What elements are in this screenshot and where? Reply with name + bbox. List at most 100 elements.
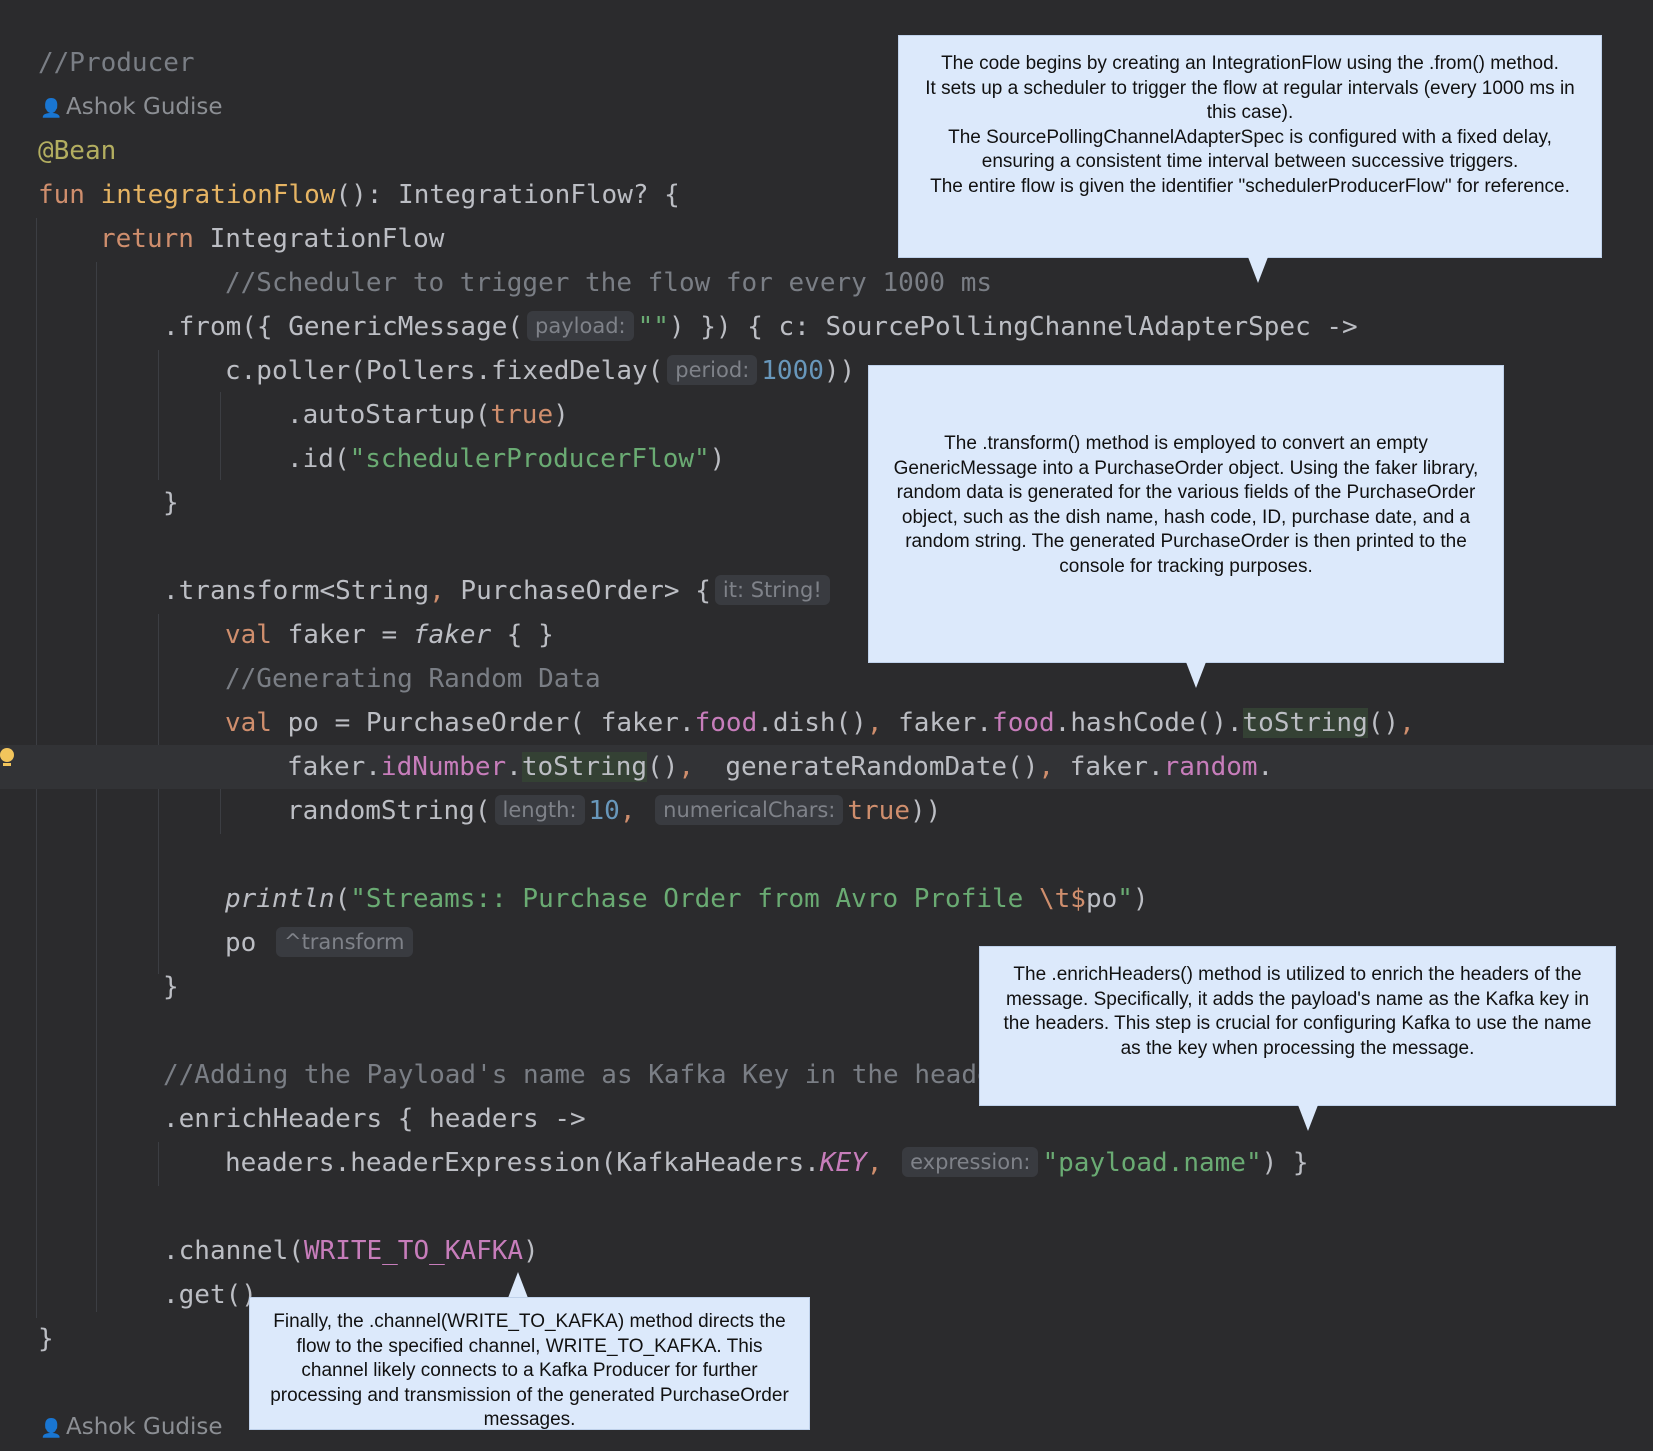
- person-icon: 👤: [40, 1418, 63, 1439]
- property: random: [1163, 752, 1258, 782]
- code-line: headers.headerExpression(KafkaHeaders.KE…: [0, 1141, 1653, 1185]
- punct: ,: [1038, 752, 1055, 782]
- author-name: Ashok Gudise: [66, 1414, 223, 1440]
- param-hint: length:: [494, 795, 585, 825]
- code-text: c.poller(Pollers.fixedDelay(: [225, 356, 664, 386]
- callout-text: Finally, the .channel(WRITE_TO_KAFKA) me…: [270, 1311, 789, 1430]
- identifier: IntegrationFlow: [209, 224, 445, 254]
- punct: ,: [866, 1148, 883, 1178]
- comment: //Producer: [38, 48, 195, 78]
- code-text: }: [163, 488, 179, 518]
- keyword: true: [490, 400, 554, 430]
- code-line: val po = PurchaseOrder( faker.food.dish(…: [0, 701, 1653, 745]
- punct: ,: [866, 708, 883, 738]
- callout-text: The .enrichHeaders() method is utilized …: [1003, 964, 1592, 1059]
- callout-pointer: [1298, 1105, 1318, 1131]
- code-text: ): [709, 444, 726, 474]
- comment: //Scheduler to trigger the flow for ever…: [225, 268, 993, 298]
- function-call: println: [225, 884, 335, 914]
- callout-text: The code begins by creating an Integrati…: [941, 53, 1559, 74]
- code-line: .from({ GenericMessage(payload: "") }) { …: [0, 305, 1653, 349]
- constant: WRITE_TO_KAFKA: [303, 1236, 524, 1266]
- code-text: .dish(): [757, 708, 867, 738]
- code-line: .channel(WRITE_TO_KAFKA): [0, 1229, 1653, 1273]
- keyword: true: [847, 796, 910, 826]
- code-text: .transform<String: [163, 576, 430, 606]
- code-text: (): [1367, 708, 1400, 738]
- code-text: .from({ GenericMessage(: [163, 312, 524, 342]
- code-text: faker.: [882, 708, 993, 738]
- keyword: fun: [38, 180, 85, 210]
- signature: (): IntegrationFlow? {: [335, 180, 680, 210]
- property: food: [694, 708, 758, 738]
- code-line: //Scheduler to trigger the flow for ever…: [0, 261, 1653, 305]
- return-hint: ^transform: [275, 927, 413, 957]
- property: idNumber: [380, 752, 507, 782]
- code-text: faker =: [271, 620, 413, 650]
- code-text: }: [38, 1324, 54, 1354]
- code-text: (: [334, 884, 351, 914]
- string-literal: "schedulerProducerFlow": [349, 444, 710, 474]
- code-text: .get(): [163, 1280, 257, 1310]
- code-text: headers.headerExpression(KafkaHeaders.: [225, 1148, 820, 1178]
- current-line[interactable]: faker. idNumber.toString(), generateRando…: [0, 745, 1653, 789]
- code-text: randomString(: [287, 796, 491, 826]
- param-hint: expression:: [902, 1147, 1039, 1177]
- punct: ,: [678, 752, 695, 782]
- code-text: )): [909, 796, 942, 826]
- code-text: faker.: [1054, 752, 1164, 782]
- code-text: .autoStartup(: [287, 400, 491, 430]
- number-literal: 1000: [761, 356, 824, 386]
- punct: ,: [429, 576, 445, 606]
- callout-text: It sets up a scheduler to trigger the fl…: [925, 77, 1575, 124]
- callout-enrich: The .enrichHeaders() method is utilized …: [979, 946, 1616, 1106]
- property: food: [992, 708, 1055, 738]
- code-line: randomString(length: 10, numericalChars: t…: [0, 789, 1653, 833]
- keyword: return: [100, 224, 194, 254]
- callout-text: The SourcePollingChannelAdapterSpec is c…: [948, 126, 1552, 173]
- code-text: generateRandomDate(): [694, 752, 1039, 782]
- code-text: po = PurchaseOrder( faker.: [271, 708, 695, 738]
- lambda-hint: it: String!: [714, 575, 830, 605]
- lightbulb-icon[interactable]: [0, 748, 14, 766]
- number-literal: 10: [588, 796, 620, 826]
- callout-transform: The .transform() method is employed to c…: [868, 365, 1504, 663]
- author-hint[interactable]: 👤 Ashok Gudise: [0, 1405, 1653, 1449]
- code-text: .hashCode().: [1054, 708, 1243, 738]
- highlighted-usage: toString: [521, 752, 648, 782]
- person-icon: 👤: [40, 98, 63, 119]
- code-text: }: [163, 972, 179, 1002]
- code-text: .id(: [287, 444, 350, 474]
- code-text: .channel(: [163, 1236, 304, 1266]
- param-hint: period:: [667, 355, 758, 385]
- comment: //Generating Random Data: [225, 664, 601, 694]
- code-text: (): [647, 752, 679, 782]
- code-text: ): [1132, 884, 1149, 914]
- code-text: ) }: [1261, 1148, 1309, 1178]
- identifier: po: [225, 928, 257, 958]
- constant: KEY: [819, 1148, 867, 1178]
- code-line: .get(): [0, 1273, 1653, 1317]
- callout-pointer: [508, 1272, 528, 1298]
- keyword: val: [225, 620, 272, 650]
- string-literal: "Streams:: Purchase Order from Avro Prof…: [350, 884, 1039, 914]
- punct: ,: [1399, 708, 1415, 738]
- code-text: .: [506, 752, 522, 782]
- code-text: .enrichHeaders { headers ->: [163, 1104, 586, 1134]
- callout-text: The .transform() method is employed to c…: [893, 433, 1479, 577]
- comment: //Adding the Payload's name as Kafka Key…: [163, 1060, 993, 1090]
- annotation: @Bean: [38, 136, 117, 166]
- callout-text: The entire flow is given the identifier …: [930, 175, 1570, 197]
- highlighted-usage: toString: [1242, 708, 1368, 738]
- author-name: Ashok Gudise: [66, 94, 223, 120]
- param-hint: numericalChars:: [655, 795, 844, 825]
- callout-from: The code begins by creating an Integrati…: [898, 35, 1602, 258]
- callout-pointer: [1186, 662, 1206, 688]
- string-literal: "payload.name": [1042, 1148, 1262, 1178]
- code-line: println("Streams:: Purchase Order from A…: [0, 877, 1653, 921]
- code-line: }: [0, 1317, 1653, 1361]
- identifier: faker: [412, 620, 492, 650]
- string-literal: ": [1117, 884, 1133, 914]
- param-hint: payload:: [527, 311, 634, 341]
- code-text: ): [523, 1236, 539, 1266]
